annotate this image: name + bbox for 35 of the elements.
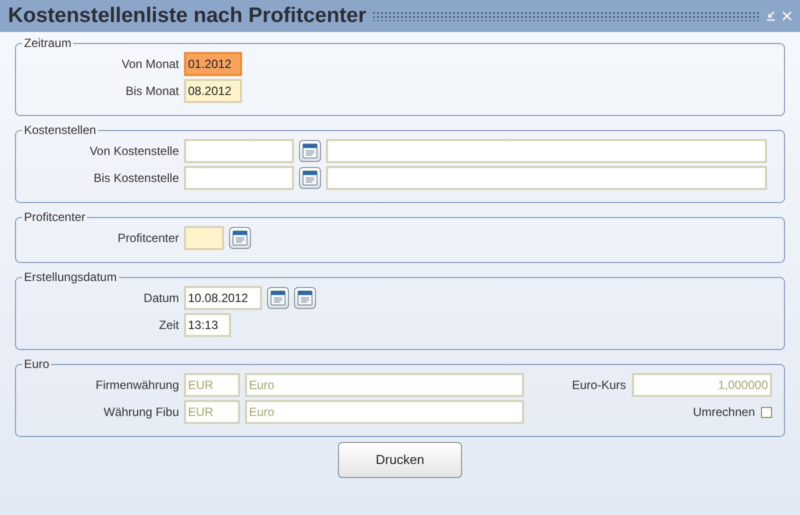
section-title: Zeitraum bbox=[23, 35, 72, 52]
section-title: Kostenstellen bbox=[23, 122, 98, 139]
field-label: Umrechnen bbox=[692, 404, 755, 421]
field-label: Bis Kostenstelle bbox=[92, 170, 180, 187]
lookup-icon[interactable] bbox=[299, 140, 321, 162]
field-label: Datum bbox=[142, 290, 180, 307]
close-icon[interactable] bbox=[782, 11, 792, 21]
section-title: Profitcenter bbox=[23, 209, 86, 226]
field-label: Zeit bbox=[158, 317, 180, 334]
window-title: Kostenstellenliste nach Profitcenter bbox=[8, 3, 366, 30]
input-field[interactable] bbox=[326, 166, 767, 190]
section-title: Euro bbox=[23, 356, 50, 373]
field-label: Von Kostenstelle bbox=[88, 143, 180, 160]
input-field[interactable]: 13:13 bbox=[184, 313, 231, 337]
input-field[interactable]: 08.2012 bbox=[184, 79, 242, 103]
section-title: Erstellungsdatum bbox=[23, 269, 118, 286]
lookup-icon[interactable] bbox=[299, 167, 321, 189]
field-label: Profitcenter bbox=[116, 230, 180, 247]
input-field[interactable]: 10.08.2012 bbox=[184, 286, 262, 310]
input-field[interactable] bbox=[184, 226, 224, 250]
field-label: Euro-Kurs bbox=[572, 377, 626, 394]
lookup-icon[interactable] bbox=[294, 287, 316, 309]
field-label: Firmenwährung bbox=[94, 377, 180, 394]
field-label: Bis Monat bbox=[124, 83, 180, 100]
input-field[interactable] bbox=[184, 166, 294, 190]
lookup-icon[interactable] bbox=[229, 227, 251, 249]
input-field[interactable] bbox=[326, 139, 767, 163]
field-label: Währung Fibu bbox=[102, 404, 180, 421]
lookup-icon[interactable] bbox=[267, 287, 289, 309]
print-button[interactable]: Drucken bbox=[338, 442, 462, 478]
input-field[interactable] bbox=[184, 139, 294, 163]
minimize-icon[interactable] bbox=[766, 11, 776, 21]
field-label: Von Monat bbox=[120, 56, 180, 73]
input-field[interactable]: 01.2012 bbox=[184, 52, 242, 76]
checkbox[interactable] bbox=[761, 406, 772, 418]
